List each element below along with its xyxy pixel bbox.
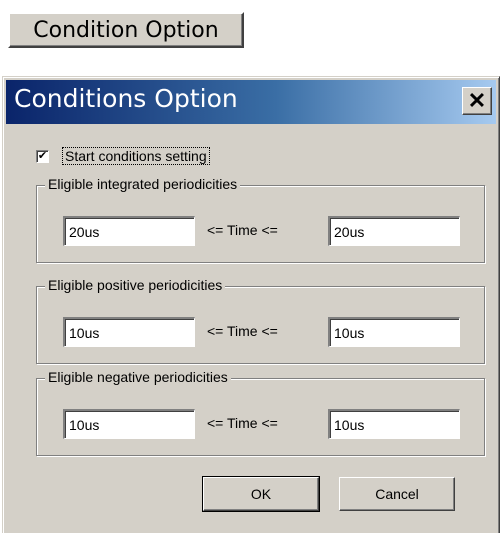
checkbox-box[interactable]: ✔ (36, 149, 49, 163)
ok-label: OK (250, 486, 272, 502)
integrated-min-input[interactable] (63, 216, 195, 246)
cancel-label: Cancel (375, 486, 419, 502)
integrated-max-input[interactable] (328, 216, 460, 246)
group-legend: Eligible integrated periodicities (45, 176, 241, 192)
negative-max-input[interactable] (328, 409, 460, 439)
positive-max-input[interactable] (328, 317, 460, 347)
condition-option-button[interactable]: Condition Option (8, 12, 244, 48)
start-conditions-label[interactable]: Start conditions setting (62, 147, 210, 165)
time-range-label: <= Time <= (207, 323, 278, 339)
positive-min-input[interactable] (63, 317, 195, 347)
checkmark-icon: ✔ (37, 149, 48, 162)
dialog-title: Conditions Option (14, 84, 238, 113)
time-range-label: <= Time <= (207, 415, 278, 431)
close-icon: ✕ (467, 88, 487, 113)
condition-option-label: Condition Option (33, 17, 219, 43)
group-legend: Eligible positive periodicities (45, 277, 226, 293)
integrated-periodicities-group: Eligible integrated periodicities <= Tim… (36, 176, 485, 263)
dialog-titlebar[interactable]: Conditions Option ✕ (6, 80, 496, 124)
negative-periodicities-group: Eligible negative periodicities <= Time … (36, 369, 485, 456)
ok-button[interactable]: OK (202, 476, 320, 512)
conditions-option-dialog: Conditions Option ✕ ✔ Start conditions s… (2, 76, 500, 533)
negative-min-input[interactable] (63, 409, 195, 439)
close-button[interactable]: ✕ (462, 87, 492, 115)
positive-periodicities-group: Eligible positive periodicities <= Time … (36, 277, 485, 364)
cancel-button[interactable]: Cancel (339, 477, 455, 511)
time-range-label: <= Time <= (207, 222, 278, 238)
start-conditions-checkbox[interactable]: ✔ Start conditions setting (36, 146, 210, 166)
group-legend: Eligible negative periodicities (45, 369, 231, 385)
